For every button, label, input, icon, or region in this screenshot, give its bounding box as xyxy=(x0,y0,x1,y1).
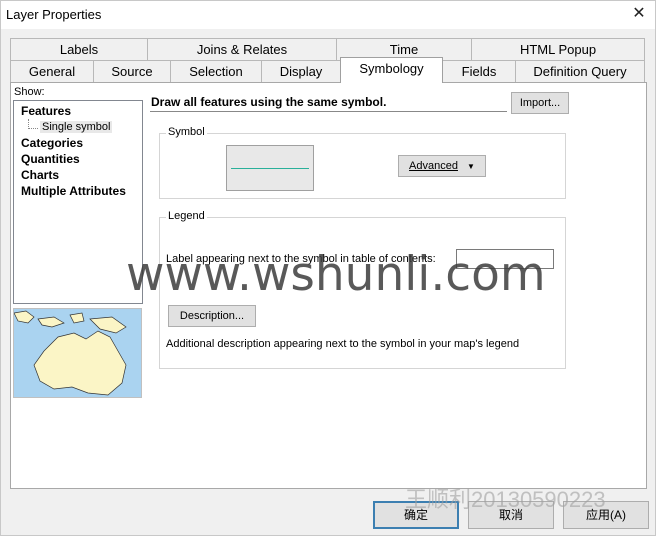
tree-item-multiple-attributes[interactable]: Multiple Attributes xyxy=(21,184,126,198)
show-label: Show: xyxy=(14,86,45,98)
tab-labels[interactable]: Labels xyxy=(10,38,148,60)
map-preview-image xyxy=(13,308,142,398)
show-tree: Features Single symbol Categories Quanti… xyxy=(13,100,143,304)
cancel-button[interactable]: 取消 xyxy=(468,501,554,529)
tab-general[interactable]: General xyxy=(10,60,94,82)
legend-group-title: Legend xyxy=(166,210,207,222)
symbol-group: Symbol Advanced ▼ xyxy=(159,126,566,199)
symbol-preview-button[interactable] xyxy=(226,145,314,191)
tree-item-quantities[interactable]: Quantities xyxy=(21,152,80,166)
ok-button[interactable]: 确定 xyxy=(373,501,459,529)
symbol-group-title: Symbol xyxy=(166,126,207,138)
description-note: Additional description appearing next to… xyxy=(166,338,520,350)
tab-symbology[interactable]: Symbology xyxy=(340,57,443,83)
close-icon[interactable]: ✕ xyxy=(627,3,651,25)
tree-item-features[interactable]: Features xyxy=(21,104,71,118)
symbology-heading: Draw all features using the same symbol. xyxy=(150,92,507,112)
tab-display[interactable]: Display xyxy=(261,60,341,82)
layer-properties-dialog: Layer Properties ✕ Labels Joins & Relate… xyxy=(0,0,656,536)
advanced-dropdown-button[interactable]: Advanced ▼ xyxy=(398,155,486,177)
tab-selection[interactable]: Selection xyxy=(170,60,262,82)
tree-item-single-symbol[interactable]: Single symbol xyxy=(40,121,113,133)
tree-connector xyxy=(28,119,38,129)
legend-group: Legend Label appearing next to the symbo… xyxy=(159,210,566,369)
title-bar: Layer Properties ✕ xyxy=(1,1,655,29)
tab-definition-query[interactable]: Definition Query xyxy=(515,60,645,82)
tab-source[interactable]: Source xyxy=(93,60,171,82)
symbology-panel: Show: Features Single symbol Categories … xyxy=(10,82,647,489)
tab-joins-relates[interactable]: Joins & Relates xyxy=(147,38,337,60)
symbol-line-sample xyxy=(231,168,309,169)
import-button[interactable]: Import... xyxy=(511,92,569,114)
window-title: Layer Properties xyxy=(6,7,102,22)
chevron-down-icon: ▼ xyxy=(467,162,475,171)
tree-item-charts[interactable]: Charts xyxy=(21,168,59,182)
tab-html-popup[interactable]: HTML Popup xyxy=(471,38,645,60)
apply-button[interactable]: 应用(A) xyxy=(563,501,649,529)
advanced-label: Advanced xyxy=(409,160,458,172)
description-button[interactable]: Description... xyxy=(168,305,256,327)
label-input[interactable] xyxy=(456,249,554,269)
tab-fields[interactable]: Fields xyxy=(442,60,516,82)
tree-item-categories[interactable]: Categories xyxy=(21,136,83,150)
label-prompt: Label appearing next to the symbol in ta… xyxy=(166,253,436,265)
